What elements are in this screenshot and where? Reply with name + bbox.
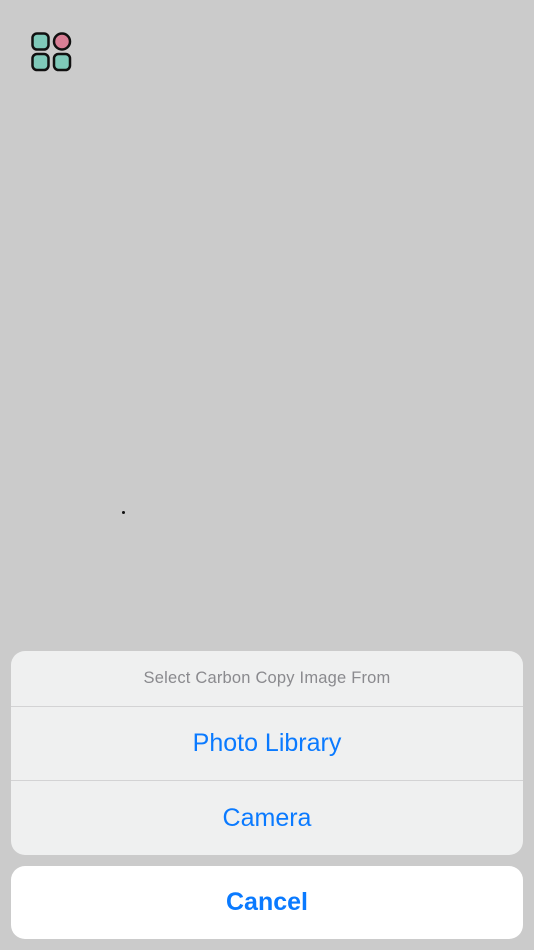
action-sheet: Select Carbon Copy Image From Photo Libr… [11, 651, 523, 855]
action-sheet-title: Select Carbon Copy Image From [11, 651, 523, 707]
app-grid-menu-button[interactable] [30, 31, 74, 75]
camera-button[interactable]: Camera [11, 781, 523, 855]
grid-tile-bottom-left [31, 52, 50, 72]
cancel-button[interactable]: Cancel [11, 866, 523, 939]
app-grid-icon [30, 31, 74, 75]
photo-library-button[interactable]: Photo Library [11, 707, 523, 781]
grid-tile-bottom-right [52, 52, 72, 72]
grid-tile-top-left [31, 32, 50, 51]
grid-tile-top-right [52, 32, 72, 51]
cursor-dot [122, 511, 125, 514]
